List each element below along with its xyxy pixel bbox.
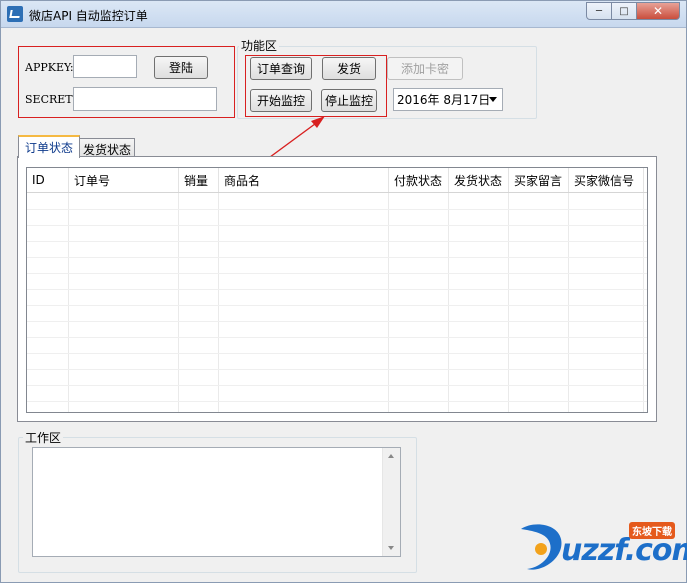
- column-header-shipping-status[interactable]: 发货状态: [449, 168, 509, 192]
- watermark-tag: 东坡下载: [629, 522, 675, 539]
- column-header-buyer-wechat[interactable]: 买家微信号: [569, 168, 644, 192]
- column-header-id[interactable]: ID: [27, 168, 69, 192]
- orders-table[interactable]: ID 订单号 销量 商品名 付款状态 发货状态 买家留言 买家微信号: [26, 167, 648, 413]
- work-area-scrollbar[interactable]: [382, 448, 400, 556]
- scroll-up-icon[interactable]: [388, 454, 394, 458]
- tab-panel: ID 订单号 销量 商品名 付款状态 发货状态 买家留言 买家微信号: [17, 156, 657, 422]
- work-area-log[interactable]: [32, 447, 401, 557]
- work-area-title: 工作区: [23, 429, 64, 446]
- table-body: [27, 193, 647, 412]
- column-header-product-name[interactable]: 商品名: [219, 168, 389, 192]
- column-header-buyer-message[interactable]: 买家留言: [509, 168, 569, 192]
- column-header-order-no[interactable]: 订单号: [69, 168, 179, 192]
- column-header-payment-status[interactable]: 付款状态: [389, 168, 449, 192]
- tab-order-status[interactable]: 订单状态: [18, 135, 80, 158]
- column-header-sales[interactable]: 销量: [179, 168, 219, 192]
- scroll-down-icon[interactable]: [388, 546, 394, 550]
- table-header: ID 订单号 销量 商品名 付款状态 发货状态 买家留言 买家微信号: [27, 168, 647, 193]
- main-window: 微店API 自动监控订单 ─ □ ✕ APPKEY: 登陆 SECRET: 功能…: [0, 0, 687, 583]
